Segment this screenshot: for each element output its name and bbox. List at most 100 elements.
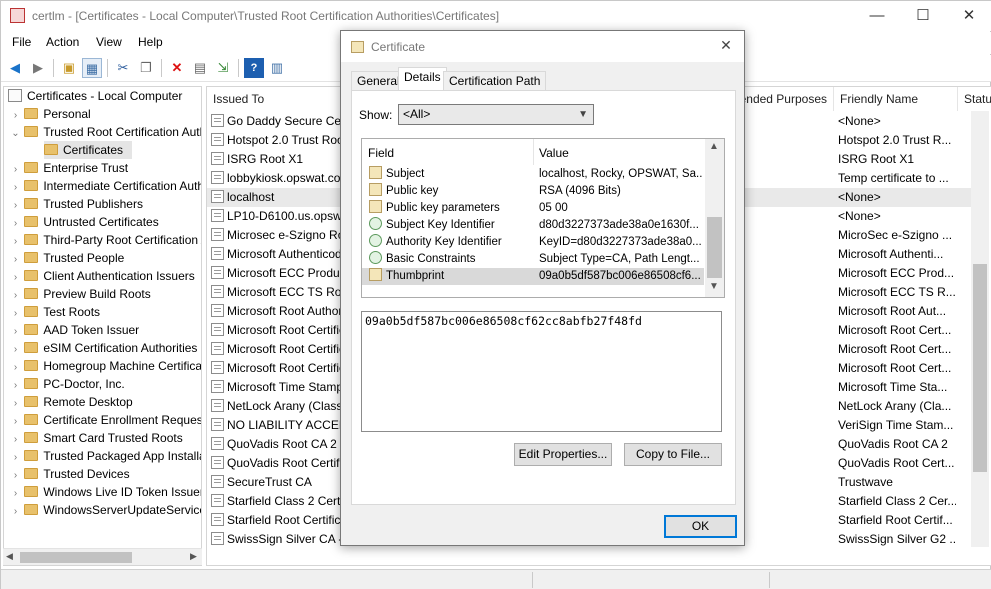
tree-item-trusted-people[interactable]: › Trusted People xyxy=(10,249,201,267)
tree-item-enterprise-trust[interactable]: › Enterprise Trust xyxy=(10,159,201,177)
scroll-down-arrow[interactable]: ▼ xyxy=(709,281,719,292)
tree-item-label: Certificate Enrollment Requests xyxy=(43,413,202,427)
menu-help[interactable]: Help xyxy=(138,35,163,49)
tab-certification-path[interactable]: Certification Path xyxy=(443,71,547,91)
tree-root[interactable]: Certificates - Local Computer xyxy=(4,87,201,105)
friendly-name-cell: Microsoft ECC TS R... xyxy=(838,285,956,299)
tree-item-preview-build-roots[interactable]: › Preview Build Roots xyxy=(10,285,201,303)
folder-icon xyxy=(24,360,39,371)
ok-button[interactable]: OK xyxy=(664,515,737,538)
tree-item-intermediate-certification-authorities[interactable]: › Intermediate Certification Authorities xyxy=(10,177,201,195)
tree-item-label: Intermediate Certification Authorities xyxy=(43,179,201,193)
tree-item-trusted-root-certification-authorities[interactable]: ⌄ Trusted Root Certification Authorities xyxy=(10,123,201,143)
chevron-right-icon[interactable]: › xyxy=(10,503,21,521)
tree-item-aad-token-issuer[interactable]: › AAD Token Issuer xyxy=(10,321,201,339)
tree-item-label: Trusted Devices xyxy=(43,467,130,481)
field-list: Field Value Subject localhost, Rocky, OPS… xyxy=(361,138,725,298)
list-vertical-scrollbar[interactable] xyxy=(971,111,989,547)
tree-item-smart-card-trusted-roots[interactable]: › Smart Card Trusted Roots xyxy=(10,429,201,447)
tree-item-certificate-enrollment-requests[interactable]: › Certificate Enrollment Requests xyxy=(10,411,202,429)
field-row[interactable]: Basic Constraints Subject Type=CA, Path L… xyxy=(362,251,704,268)
certificates-snapin-icon xyxy=(8,89,22,102)
field-row[interactable]: Public key parameters 05 00 xyxy=(362,200,704,217)
field-name-cell: Subject Key Identifier xyxy=(362,217,533,234)
console-icon[interactable]: ▥ xyxy=(267,58,287,78)
field-value-textbox[interactable]: 09a0b5df587bc006e86508cf62cc8abfb27f48fd xyxy=(361,311,722,432)
copy-to-file-button[interactable]: Copy to File... xyxy=(624,443,722,466)
scroll-thumb[interactable] xyxy=(20,552,132,563)
tree-horizontal-scrollbar[interactable]: ◀ ▶ xyxy=(3,548,202,565)
scroll-thumb[interactable] xyxy=(707,217,722,278)
scroll-left-arrow[interactable]: ◀ xyxy=(6,551,13,562)
tree-item-certificates[interactable]: Certificates xyxy=(44,141,132,159)
tree-item-label: AAD Token Issuer xyxy=(43,323,140,337)
field-name: Thumbprint xyxy=(386,270,445,282)
tree-item-personal[interactable]: › Personal xyxy=(10,105,201,123)
tree-item-esim-certification-authorities[interactable]: › eSIM Certification Authorities xyxy=(10,339,201,357)
column-header-friendly-name[interactable]: Friendly Name xyxy=(834,87,958,111)
column-header-status[interactable]: Status xyxy=(958,87,991,111)
tree-item-windows-live-id-token-issuer[interactable]: › Windows Live ID Token Issuer xyxy=(10,483,201,501)
certificate-icon xyxy=(211,475,224,488)
scroll-thumb[interactable] xyxy=(973,264,987,472)
properties-icon[interactable]: ▤ xyxy=(190,58,210,78)
column-header-intended-purposes[interactable]: Intended Purposes xyxy=(744,87,834,111)
scroll-right-arrow[interactable]: ▶ xyxy=(190,551,197,562)
folder-icon xyxy=(24,162,39,173)
tree-item-remote-desktop[interactable]: › Remote Desktop xyxy=(10,393,201,411)
extension-icon xyxy=(369,217,382,230)
field-row[interactable]: Thumbprint 09a0b5df587bc006e86508cf6... xyxy=(362,268,704,285)
window-title: certlm - [Certificates - Local Computer\… xyxy=(32,9,500,23)
field-row[interactable]: Subject localhost, Rocky, OPSWAT, Sa... xyxy=(362,166,704,183)
tree-item-trusted-devices[interactable]: › Trusted Devices xyxy=(10,465,201,483)
certificate-icon xyxy=(211,266,224,279)
tree-item-client-authentication-issuers[interactable]: › Client Authentication Issuers xyxy=(10,267,201,285)
field-row[interactable]: Subject Key Identifier d80d3227373ade38a0… xyxy=(362,217,704,234)
extension-icon xyxy=(369,251,382,264)
up-folder-icon[interactable]: ▣ xyxy=(59,58,79,78)
show-dropdown[interactable]: <All> ▼ xyxy=(398,104,594,125)
field-row[interactable]: Public key RSA (4096 Bits) xyxy=(362,183,704,200)
folder-icon xyxy=(24,270,39,281)
maximize-button[interactable]: ☐ xyxy=(900,1,946,31)
tree-item-label: PC-Doctor, Inc. xyxy=(43,377,125,391)
show-hide-tree-icon[interactable]: ▦ xyxy=(82,58,102,78)
chevron-down-icon[interactable]: ⌄ xyxy=(10,125,21,143)
help-icon[interactable]: ? xyxy=(244,58,264,78)
tree-item-homegroup-machine-certificates[interactable]: › Homegroup Machine Certificates xyxy=(10,357,201,375)
tab-details[interactable]: Details xyxy=(398,67,447,91)
field-row[interactable]: Authority Key Identifier KeyID=d80d322737… xyxy=(362,234,704,251)
tab-strip: General Details Certification Path xyxy=(351,67,736,91)
tree-item-windowsserverupdateservices[interactable]: › WindowsServerUpdateServices xyxy=(10,501,201,521)
export-list-icon[interactable]: ⇲ xyxy=(213,58,233,78)
console-tree: Certificates - Local Computer › Personal ⌄… xyxy=(3,86,202,566)
menu-action[interactable]: Action xyxy=(46,35,79,49)
certificate-icon xyxy=(211,190,224,203)
tree-item-label: Test Roots xyxy=(43,305,101,319)
tree-item-trusted-packaged-app-installation-authorities[interactable]: › Trusted Packaged App Installation Auth… xyxy=(10,447,201,465)
list-horizontal-scrollbar[interactable] xyxy=(207,548,971,565)
field-value-cell: 09a0b5df587bc006e86508cf6... xyxy=(539,270,701,282)
field-list-scrollbar[interactable]: ▲ ▼ xyxy=(705,139,724,297)
copy-icon[interactable]: ❐ xyxy=(136,58,156,78)
menu-view[interactable]: View xyxy=(96,35,122,49)
menu-file[interactable]: File xyxy=(12,35,31,49)
dialog-close-button[interactable]: ✕ xyxy=(714,37,738,54)
close-button[interactable]: ✕ xyxy=(946,1,991,31)
tree-item-pc-doctor-inc[interactable]: › PC-Doctor, Inc. xyxy=(10,375,201,393)
edit-properties-button[interactable]: Edit Properties... xyxy=(514,443,612,466)
forward-icon[interactable]: ▶ xyxy=(28,58,48,78)
back-icon[interactable]: ◀ xyxy=(5,58,25,78)
scroll-up-arrow[interactable]: ▲ xyxy=(709,141,719,152)
header-divider xyxy=(533,139,534,165)
field-column-header[interactable]: Field xyxy=(368,146,394,160)
cut-icon[interactable]: ✂ xyxy=(113,58,133,78)
delete-icon[interactable]: ✕ xyxy=(167,58,187,78)
minimize-button[interactable]: — xyxy=(854,1,900,31)
value-column-header[interactable]: Value xyxy=(539,146,569,160)
tree-item-untrusted-certificates[interactable]: › Untrusted Certificates xyxy=(10,213,201,231)
tree-item-third-party-root-certification-authorities[interactable]: › Third-Party Root Certification Authori… xyxy=(10,231,201,249)
tree-item-test-roots[interactable]: › Test Roots xyxy=(10,303,201,321)
tree-item-trusted-publishers[interactable]: › Trusted Publishers xyxy=(10,195,201,213)
friendly-name-cell: MicroSec e-Szigno ... xyxy=(838,228,953,242)
